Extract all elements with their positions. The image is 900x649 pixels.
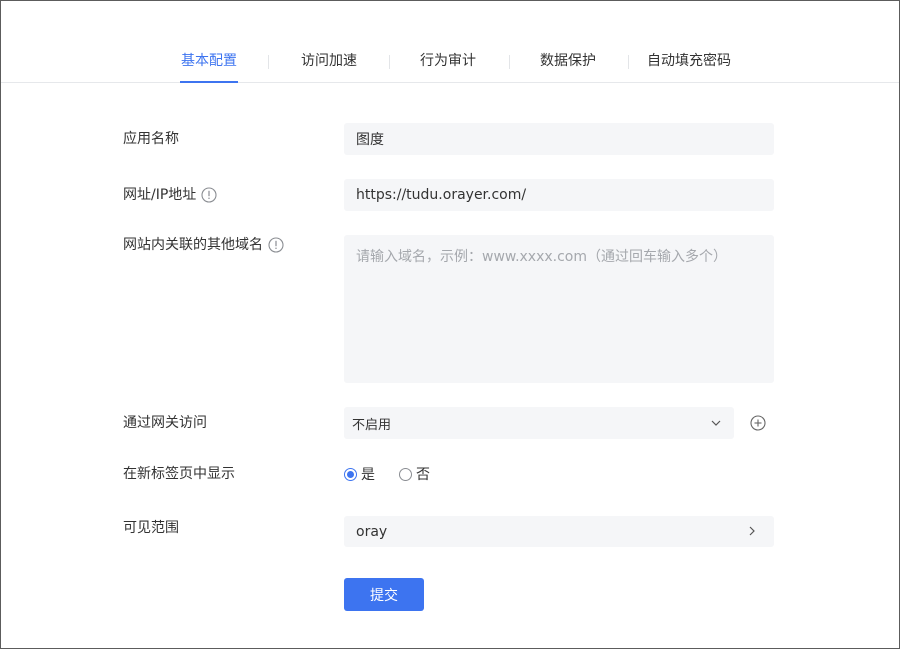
url-label: 网址/IP地址 [123,185,217,205]
radio-no-label: 否 [416,467,430,483]
app-name-label: 应用名称 [123,129,179,149]
scope-selector[interactable]: oray [344,516,774,547]
tab-divider [509,55,510,69]
tab-autofill-password[interactable]: 自动填充密码 [642,51,736,83]
tab-data-protection[interactable]: 数据保护 [530,51,606,83]
radio-yes[interactable]: 是 [344,464,375,484]
gateway-label-text: 通过网关访问 [123,415,207,431]
tab-label: 行为审计 [420,53,476,69]
related-domains-field[interactable] [344,235,774,383]
app-name-input[interactable] [344,123,774,155]
gateway-select[interactable]: 不启用 [344,407,734,439]
related-domains-label: 网站内关联的其他域名 [123,235,284,255]
tab-divider [389,55,390,69]
scope-label-text: 可见范围 [123,520,179,536]
info-icon[interactable] [201,187,217,203]
plus-circle-icon[interactable] [750,415,766,431]
scope-label: 可见范围 [123,518,179,538]
app-name-label-text: 应用名称 [123,131,179,147]
chevron-down-icon [711,420,721,426]
url-field[interactable] [344,179,774,211]
submit-button[interactable]: 提交 [344,578,424,611]
scope-value: oray [356,523,388,540]
chevron-right-icon [749,526,755,536]
tab-label: 数据保护 [540,53,596,69]
new-tab-label-text: 在新标签页中显示 [123,466,235,482]
app-window: 基本配置 访问加速 行为审计 数据保护 自动填充密码 应用名称 网址/IP地址 [0,0,900,649]
related-domains-textarea[interactable] [344,235,774,383]
url-input[interactable] [344,179,774,211]
tab-label: 基本配置 [181,53,237,69]
tab-divider [268,55,269,69]
gateway-label: 通过网关访问 [123,413,207,433]
radio-yes-label: 是 [361,467,375,483]
tab-behavior-audit[interactable]: 行为审计 [410,51,486,83]
gateway-selected-value: 不启用 [352,417,392,433]
radio-no-circle[interactable] [399,467,412,481]
radio-no[interactable]: 否 [399,464,430,484]
tab-bar: 基本配置 访问加速 行为审计 数据保护 自动填充密码 [1,1,899,83]
new-tab-radio-group: 是 否 [344,464,454,484]
tab-label: 自动填充密码 [647,53,731,69]
tab-basic-config[interactable]: 基本配置 [171,51,247,83]
active-tab-indicator [180,81,238,83]
info-icon[interactable] [268,237,284,253]
url-label-text: 网址/IP地址 [123,187,197,203]
tab-label: 访问加速 [301,53,357,69]
new-tab-label: 在新标签页中显示 [123,464,235,484]
related-domains-label-text: 网站内关联的其他域名 [123,237,263,253]
radio-yes-circle[interactable] [344,467,357,481]
tab-divider [628,55,629,69]
tab-access-acceleration[interactable]: 访问加速 [291,51,367,83]
app-name-field[interactable] [344,123,774,155]
